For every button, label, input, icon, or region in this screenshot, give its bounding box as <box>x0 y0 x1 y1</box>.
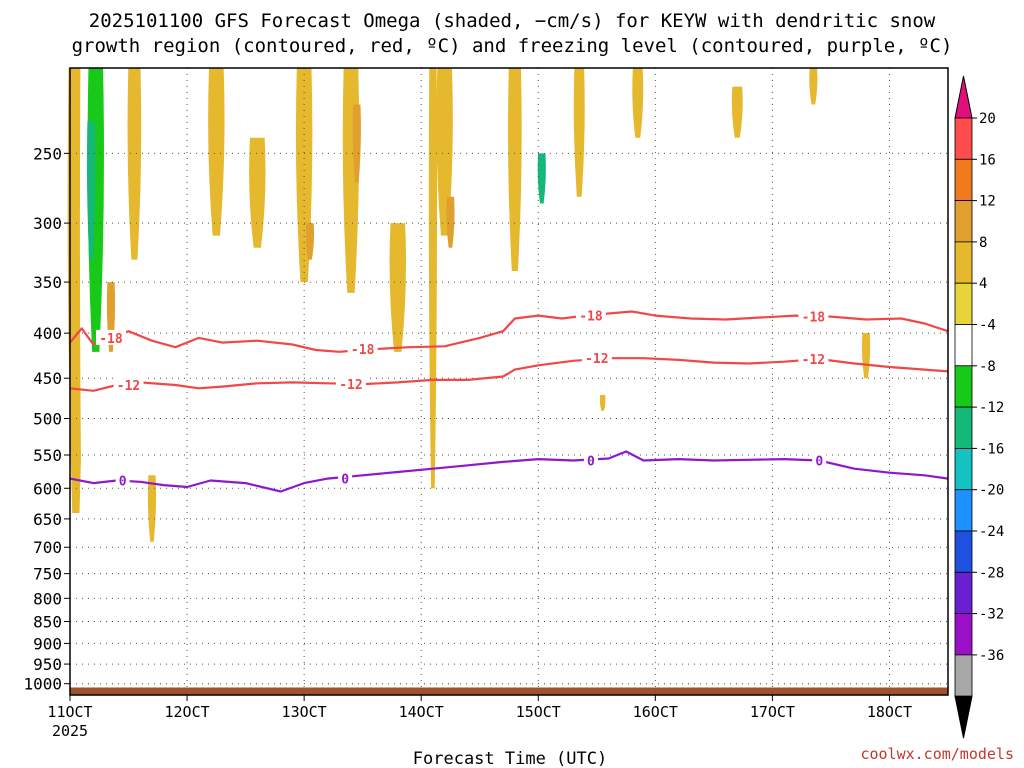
omega-time-height-chart: 2025101100 GFS Forecast Omega (shaded, −… <box>23 10 1014 768</box>
y-tick-label-900: 900 <box>33 634 62 653</box>
x-tick-label-13OCT: 13OCT <box>282 703 327 721</box>
contour-label-1-1: -18 <box>351 343 375 358</box>
y-tick-label-850: 850 <box>33 613 62 632</box>
colorbar-top-arrow <box>954 75 973 119</box>
colorbar-swatch-13 <box>954 654 973 697</box>
x-tick-year: 2025 <box>52 722 88 740</box>
colorbar-swatch-11 <box>954 571 973 614</box>
x-tick-label-17OCT: 17OCT <box>750 703 795 721</box>
y-axis-ticks: 250 300 350 400 450 500 550 600 650 700 750 800 850 9… <box>23 144 70 694</box>
y-tick-label-800: 800 <box>33 589 62 608</box>
contour-label-3-3: 0 <box>815 455 823 470</box>
y-tick-label-600: 600 <box>33 479 62 498</box>
colorbar-tick-label-1: 16 <box>979 152 996 168</box>
y-tick-label-500: 500 <box>33 410 62 429</box>
colorbar-tick-label-3: 8 <box>979 235 987 251</box>
y-tick-label-350: 350 <box>33 273 62 292</box>
contour-label-1-3: -18 <box>802 311 826 326</box>
colorbar-swatch-5 <box>954 324 973 367</box>
x-axis-ticks: 11OCT 12OCT 13OCT 14OCT 15OCT 16OCT 17OCT 18OCT <box>47 695 912 721</box>
colorbar-tick-label-7: -12 <box>979 400 1004 416</box>
colorbar-tick-label-13: -36 <box>979 648 1004 664</box>
surface-band-layer <box>70 687 948 695</box>
colorbar-tick-label-8: -16 <box>979 441 1004 457</box>
y-tick-label-300: 300 <box>33 214 62 233</box>
colorbar-bottom-arrow <box>954 695 973 739</box>
contour-label-2-1: -12 <box>339 378 362 393</box>
contour-label-2-3: -12 <box>802 353 825 368</box>
colorbar-swatch-9 <box>954 489 973 532</box>
colorbar-swatch-3 <box>954 241 973 284</box>
contour-label-1-0: -18 <box>99 332 123 347</box>
colorbar-swatch-0 <box>954 117 973 160</box>
colorbar-tick-label-2: 12 <box>979 194 996 210</box>
contour-label-1-2: -18 <box>579 310 603 325</box>
colorbar-tick-label-6: -8 <box>979 359 996 375</box>
colorbar-swatch-10 <box>954 530 973 573</box>
colorbar-tick-label-9: -20 <box>979 483 1004 499</box>
surface-band <box>70 687 948 695</box>
contour-label-3-0: 0 <box>119 475 127 490</box>
chart-title-line2: growth region (contoured, red, ºC) and f… <box>72 35 953 57</box>
colorbar-tick-label-0: 20 <box>979 111 996 127</box>
x-tick-label-14OCT: 14OCT <box>399 703 444 721</box>
y-tick-label-750: 750 <box>33 565 62 584</box>
colorbar-swatch-7 <box>954 406 973 449</box>
colorbar-swatch-8 <box>954 447 973 491</box>
contour-label-2-2: -12 <box>585 352 608 367</box>
colorbar-tick-label-12: -32 <box>979 607 1004 623</box>
contour-label-2-0: -12 <box>117 379 140 394</box>
y-tick-label-250: 250 <box>33 144 62 163</box>
x-tick-label-16OCT: 16OCT <box>633 703 678 721</box>
x-tick-label-15OCT: 15OCT <box>516 703 561 721</box>
colorbar-swatch-2 <box>954 200 973 243</box>
y-tick-label-400: 400 <box>33 324 62 343</box>
colorbar: 20 16 12 8 4 -4 -8 -12 -16 -20 -24 -28 -32 -36 <box>954 75 1004 739</box>
y-tick-label-1000: 1000 <box>23 675 62 694</box>
colorbar-swatch-4 <box>954 282 973 325</box>
colorbar-tick-label-5: -4 <box>979 318 996 334</box>
contour-label-3-1: 0 <box>341 473 349 488</box>
colorbar-swatch-6 <box>954 365 973 408</box>
x-axis-label: Forecast Time (UTC) <box>413 749 607 768</box>
credit-text: coolwx.com/models <box>860 745 1014 763</box>
y-tick-label-550: 550 <box>33 446 62 465</box>
x-tick-label-11OCT: 11OCT <box>47 703 92 721</box>
x-tick-label-18OCT: 18OCT <box>867 703 912 721</box>
plot-area: -18 -18 -18 -18 -12 -12 -12 -12 0 0 0 0 <box>67 67 949 696</box>
y-tick-label-450: 450 <box>33 369 62 388</box>
x-tick-label-12OCT: 12OCT <box>164 703 209 721</box>
colorbar-swatch-1 <box>954 158 973 202</box>
colorbar-swatch-12 <box>954 613 973 656</box>
y-tick-label-650: 650 <box>33 510 62 529</box>
contour-label-3-2: 0 <box>587 455 595 470</box>
colorbar-tick-label-11: -28 <box>979 565 1004 581</box>
colorbar-tick-label-10: -24 <box>979 524 1004 540</box>
y-tick-label-700: 700 <box>33 538 62 557</box>
chart-title-line1: 2025101100 GFS Forecast Omega (shaded, −… <box>89 10 936 32</box>
y-tick-label-950: 950 <box>33 655 62 674</box>
colorbar-tick-label-4: 4 <box>979 276 987 292</box>
